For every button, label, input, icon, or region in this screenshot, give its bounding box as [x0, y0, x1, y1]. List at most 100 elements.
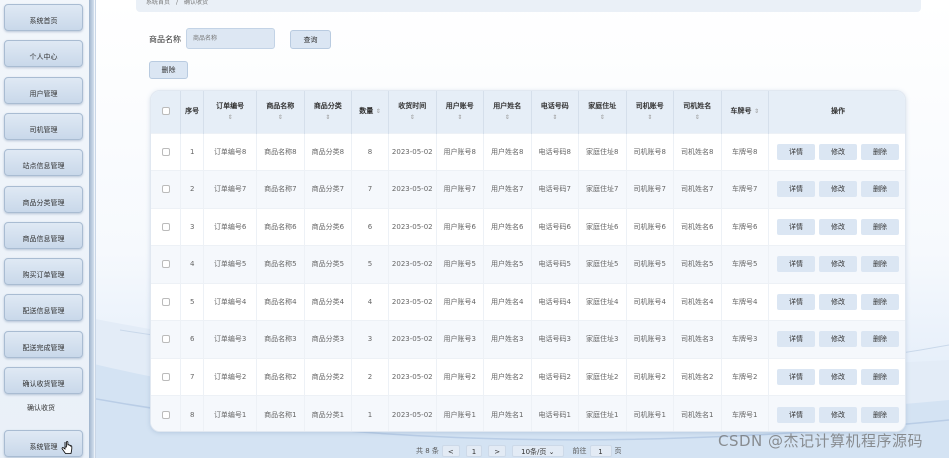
sidebar-item-users[interactable]: 用户管理 [4, 77, 83, 104]
delete-button[interactable]: 删除 [861, 218, 899, 235]
column-header-product-name[interactable]: 商品名称 ⇕ [256, 91, 305, 133]
next-page-button[interactable]: > [488, 445, 507, 457]
page-number-button[interactable]: 1 [465, 445, 483, 457]
delete-button[interactable]: 删除 [861, 406, 899, 423]
cell-order-no: 订单编号2 [203, 357, 258, 396]
delete-button[interactable]: 删除 [861, 256, 899, 273]
column-header-driver-account[interactable]: 司机账号 ⇕ [626, 91, 675, 133]
cell-quantity: 3 [351, 320, 390, 358]
edit-button[interactable]: 修改 [819, 143, 857, 160]
detail-button[interactable]: 详情 [777, 181, 815, 198]
sidebar-item-confirm-receipt[interactable]: 确认收货管理 [4, 367, 83, 394]
sidebar-item-profile[interactable]: 个人中心 [4, 40, 83, 67]
column-header-phone[interactable]: 电话号码 ⇕ [531, 91, 580, 133]
column-header-receive-time[interactable]: 收货时间 ⇕ [388, 91, 437, 133]
column-header-user-name[interactable]: 用户姓名 ⇕ [483, 91, 532, 133]
edit-button[interactable]: 修改 [819, 331, 857, 348]
sort-icon[interactable]: ⇕ [257, 112, 304, 123]
sort-icon[interactable]: ⇕ [674, 112, 721, 123]
cell-user-name: 用户姓名2 [483, 357, 532, 396]
sort-icon[interactable]: ⇕ [579, 112, 626, 123]
sidebar-item-orders[interactable]: 购买订单管理 [4, 258, 83, 285]
row-checkbox[interactable] [161, 410, 170, 419]
table-row: 7 订单编号2 商品名称2 商品分类2 2 2023-05-02 用户账号2 用户姓名2 电话号… [151, 357, 905, 396]
edit-button[interactable]: 修改 [819, 181, 857, 198]
detail-button[interactable]: 详情 [777, 256, 815, 273]
column-header-address[interactable]: 家庭住址 ⇕ [578, 91, 627, 133]
detail-button[interactable]: 详情 [777, 143, 815, 160]
row-checkbox[interactable] [161, 297, 170, 306]
edit-button[interactable]: 修改 [819, 218, 857, 235]
column-header-quantity[interactable]: 数量 ⇕ [351, 91, 390, 133]
search-input[interactable] [186, 28, 275, 49]
page-size-select[interactable]: 10条/页 ⌄ [512, 445, 564, 457]
prev-page-button[interactable]: < [441, 445, 460, 457]
row-checkbox[interactable] [161, 222, 170, 231]
column-header-user-account[interactable]: 用户账号 ⇕ [436, 91, 485, 133]
row-checkbox[interactable] [161, 147, 170, 156]
detail-button[interactable]: 详情 [777, 293, 815, 310]
column-header-plate[interactable]: 车牌号 ⇕ [721, 91, 770, 133]
search-label: 商品名称 [149, 35, 181, 44]
row-checkbox[interactable] [161, 372, 170, 381]
detail-button[interactable]: 详情 [777, 331, 815, 348]
column-header-label: 订单编号 [216, 101, 245, 110]
sidebar-item-delivery-done[interactable]: 配送完成管理 [4, 331, 83, 358]
column-header-category[interactable]: 商品分类 ⇕ [304, 91, 353, 133]
row-select-cell [151, 395, 182, 431]
cell-plate: 车牌号3 [721, 320, 770, 358]
sort-icon[interactable]: ⇕ [376, 108, 381, 115]
sidebar-item-delivery[interactable]: 配送信息管理 [4, 294, 83, 321]
sidebar-scroll-rail[interactable] [89, 0, 94, 458]
column-header-driver-name[interactable]: 司机姓名 ⇕ [673, 91, 722, 133]
column-header-order-no[interactable]: 订单编号 ⇕ [203, 91, 258, 133]
detail-button[interactable]: 详情 [777, 406, 815, 423]
sidebar-item-drivers[interactable]: 司机管理 [4, 113, 83, 140]
sidebar-item-products[interactable]: 商品信息管理 [4, 222, 83, 249]
sort-icon[interactable]: ⇕ [754, 108, 759, 115]
batch-delete-button[interactable]: 删除 [149, 61, 188, 79]
cell-user-account: 用户账号2 [436, 357, 485, 396]
row-checkbox[interactable] [161, 335, 170, 344]
sort-icon[interactable]: ⇕ [305, 112, 352, 123]
sort-icon[interactable]: ⇕ [484, 112, 531, 123]
edit-button[interactable]: 修改 [819, 406, 857, 423]
delete-button[interactable]: 删除 [861, 143, 899, 160]
sidebar-item-home[interactable]: 系统首页 [4, 4, 83, 31]
detail-button[interactable]: 详情 [777, 218, 815, 235]
delete-button[interactable]: 删除 [861, 181, 899, 198]
edit-button[interactable]: 修改 [819, 293, 857, 310]
row-select-cell [151, 282, 182, 321]
sidebar-subitem-confirm-receipt[interactable]: 确认收货 [8, 398, 74, 418]
cell-address: 家庭住址2 [578, 357, 627, 396]
row-checkbox[interactable] [161, 185, 170, 194]
sidebar-item-categories[interactable]: 商品分类管理 [4, 186, 83, 213]
detail-button[interactable]: 详情 [777, 368, 815, 385]
breadcrumb-item-home[interactable]: 系统首页 [146, 0, 170, 6]
column-header-label: 用户姓名 [493, 101, 522, 110]
edit-button[interactable]: 修改 [819, 368, 857, 385]
row-actions: 详情 修改 删除 [768, 170, 905, 208]
delete-button[interactable]: 删除 [861, 331, 899, 348]
cell-index: 8 [180, 395, 205, 431]
sort-icon[interactable]: ⇕ [532, 112, 579, 123]
row-select-cell [151, 245, 182, 283]
sidebar-item-stations[interactable]: 站点信息管理 [4, 149, 83, 176]
cell-product-name: 商品名称4 [256, 282, 305, 321]
breadcrumb-separator: / [176, 0, 179, 6]
cell-index: 2 [180, 170, 205, 208]
sort-icon[interactable]: ⇕ [437, 112, 484, 123]
chevron-down-icon: ⌄ [548, 448, 555, 456]
row-checkbox[interactable] [161, 260, 170, 269]
sort-icon[interactable]: ⇕ [204, 112, 256, 123]
delete-button[interactable]: 删除 [861, 293, 899, 310]
edit-button[interactable]: 修改 [819, 256, 857, 273]
row-actions: 详情 修改 删除 [768, 320, 905, 358]
sort-icon[interactable]: ⇕ [389, 112, 436, 123]
query-button[interactable]: 查询 [290, 30, 331, 49]
sidebar-item-label: 系统管理 [29, 443, 58, 451]
goto-page-input[interactable]: 1 [589, 445, 612, 457]
select-all-checkbox[interactable] [161, 107, 170, 116]
sort-icon[interactable]: ⇕ [627, 112, 674, 123]
delete-button[interactable]: 删除 [861, 368, 899, 385]
